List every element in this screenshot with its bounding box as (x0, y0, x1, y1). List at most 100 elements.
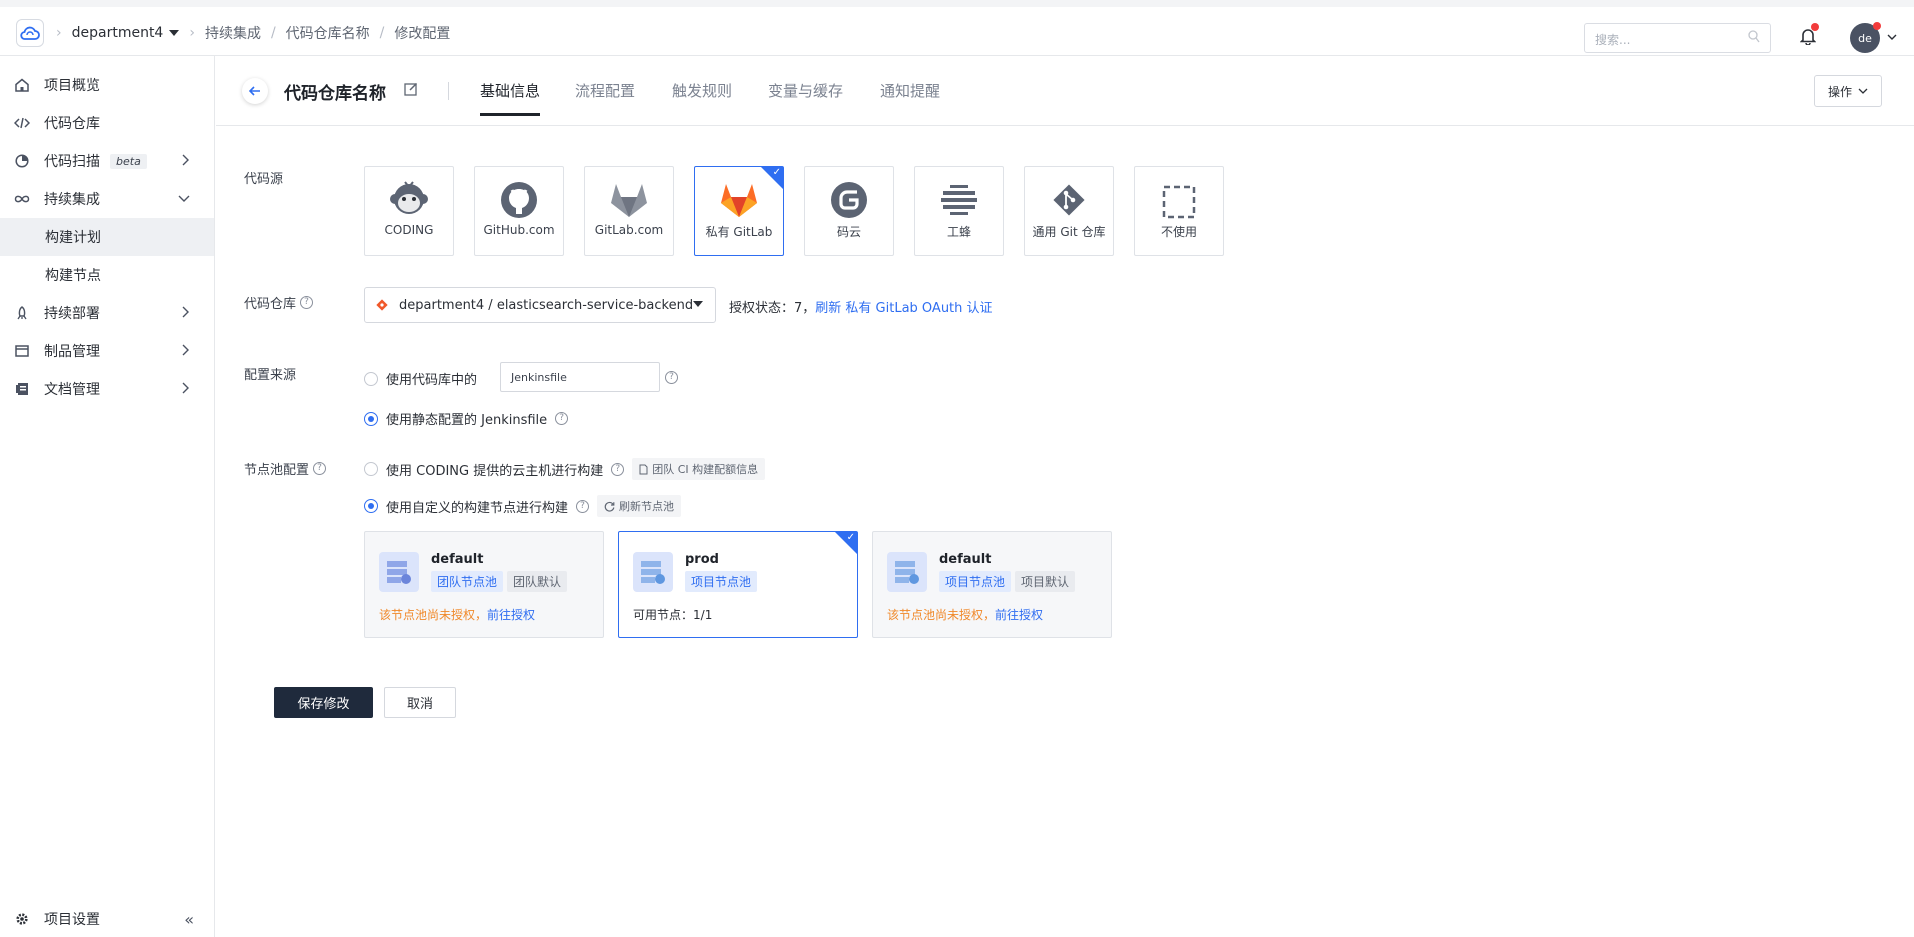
help-icon[interactable]: ? (313, 462, 327, 475)
sidebar-item-artifacts[interactable]: 制品管理 (0, 332, 214, 370)
jenkinsfile-path-input[interactable]: Jenkinsfile (500, 362, 660, 392)
source-card-generic-git[interactable]: 通用 Git 仓库 (1024, 166, 1114, 256)
refresh-oauth-link[interactable]: 刷新 私有 GitLab OAuth 认证 (815, 301, 992, 316)
sidebar-item-code-repo[interactable]: 代码仓库 (0, 104, 214, 142)
pool-card-project-default[interactable]: default 项目节点池 项目默认 该节点池尚未授权，前往授权 (872, 531, 1112, 638)
sidebar-item-settings[interactable]: 项目设置 « (0, 904, 214, 934)
source-card-coding[interactable]: CODING (364, 166, 454, 256)
sidebar-item-label: 持续集成 (44, 192, 100, 208)
pool-name: default (431, 552, 484, 567)
search-input[interactable]: 搜索... (1584, 23, 1771, 53)
sidebar-item-label: 代码仓库 (44, 116, 100, 132)
source-card-gongfeng[interactable]: 工蜂 (914, 166, 1004, 256)
chevron-down-icon[interactable] (1887, 34, 1897, 40)
radio-custom-nodes[interactable] (364, 499, 378, 513)
pool-option1-label: 使用 CODING 提供的云主机进行构建 (386, 463, 604, 479)
sidebar-item-overview[interactable]: 项目概览 (0, 66, 214, 104)
beta-badge: beta (110, 153, 147, 169)
help-icon[interactable]: ? (576, 499, 590, 513)
avatar-dot (1873, 22, 1881, 30)
server-icon (887, 552, 927, 592)
sidebar-item-label: 构建计划 (45, 230, 101, 246)
tab-trigger-rules[interactable]: 触发规则 (672, 80, 732, 101)
tab-basic-info[interactable]: 基础信息 (480, 80, 541, 116)
help-icon[interactable]: ? (300, 296, 314, 309)
notification-bell-icon[interactable] (1799, 23, 1819, 49)
code-icon (14, 115, 30, 131)
sidebar-item-ci[interactable]: 持续集成 (0, 180, 214, 218)
node-pool-label: 节点池配置? (244, 459, 327, 478)
sidebar-item-code-scan[interactable]: 代码扫描 beta (0, 142, 214, 180)
source-card-private-gitlab[interactable]: 私有 GitLab ✓ (694, 166, 784, 256)
source-card-label: 不使用 (1160, 225, 1197, 239)
page-title: 代码仓库名称 (284, 84, 386, 104)
infinity-icon (14, 191, 30, 207)
pool-default-tag: 项目默认 (1015, 571, 1076, 592)
dashed-square-icon (1162, 167, 1196, 223)
edit-icon[interactable] (404, 82, 418, 96)
caret-down-icon (169, 30, 180, 36)
sidebar-item-docs[interactable]: 文档管理 (0, 370, 214, 408)
sidebar-item-label: 持续部署 (44, 306, 100, 322)
config-option-static-jenkinsfile[interactable]: 使用静态配置的 Jenkinsfile ? (364, 409, 569, 428)
check-icon: ✓ (772, 167, 781, 178)
tab-notifications[interactable]: 通知提醒 (880, 80, 940, 101)
source-card-none[interactable]: 不使用 (1134, 166, 1224, 256)
notification-dot (1811, 23, 1819, 31)
pool-option-coding-cloud[interactable]: 使用 CODING 提供的云主机进行构建 ? 团队 CI 构建配额信息 (364, 458, 766, 480)
arrow-left-icon (249, 86, 260, 96)
sidebar-item-label: 文档管理 (44, 382, 100, 398)
source-card-label: GitLab.com (594, 223, 664, 237)
code-repo-label: 代码仓库? (244, 293, 314, 312)
help-icon[interactable]: ? (611, 462, 625, 476)
repo-select[interactable]: department4 / elasticsearch-service-back… (364, 287, 716, 323)
pool-note-text: 该节点池尚未授权， (887, 608, 996, 622)
help-icon[interactable]: ? (555, 412, 569, 425)
collapse-sidebar-icon[interactable]: « (184, 910, 194, 929)
sidebar-item-label: 制品管理 (44, 344, 100, 360)
coding-logo-icon[interactable] (16, 19, 44, 47)
radio-repo-jenkinsfile[interactable] (364, 371, 378, 386)
cancel-button[interactable]: 取消 (384, 687, 456, 718)
authorize-link[interactable]: 前往授权 (995, 608, 1043, 622)
chevron-right-icon: › (189, 25, 195, 41)
search-icon (1748, 30, 1760, 43)
chevron-right-icon (182, 154, 189, 166)
node-pool-label-text: 节点池配置 (244, 463, 310, 478)
sidebar-item-build-node[interactable]: 构建节点 (0, 256, 214, 294)
chevron-down-icon (1858, 88, 1868, 94)
refresh-pool-chip[interactable]: 刷新节点池 (597, 495, 682, 517)
pool-note-text: 该节点池尚未授权， (379, 608, 488, 622)
sidebar-item-label: 项目概览 (44, 78, 100, 94)
tab-flow-config[interactable]: 流程配置 (575, 80, 635, 101)
pool-card-prod[interactable]: prod 项目节点池 可用节点：1/1 ✓ (618, 531, 858, 638)
breadcrumb-ci[interactable]: 持续集成 (205, 23, 261, 43)
breadcrumb-separator: / (379, 25, 385, 41)
pool-card-team-default[interactable]: default 团队节点池 团队默认 该节点池尚未授权，前往授权 (364, 531, 604, 638)
breadcrumb-repo[interactable]: 代码仓库名称 (286, 23, 370, 43)
avatar[interactable]: de (1850, 22, 1881, 53)
sidebar-item-build-plan[interactable]: 构建计划 (0, 218, 214, 256)
source-card-gitlab[interactable]: GitLab.com (584, 166, 674, 256)
config-option-repo-jenkinsfile[interactable]: 使用代码库中的 (364, 369, 477, 388)
save-button[interactable]: 保存修改 (274, 687, 373, 718)
operations-dropdown[interactable]: 操作 (1814, 75, 1882, 107)
source-card-gitee[interactable]: 码云 (804, 166, 894, 256)
git-icon (1050, 167, 1088, 223)
quota-info-chip[interactable]: 团队 CI 构建配额信息 (632, 458, 766, 480)
authorize-link[interactable]: 前往授权 (487, 608, 535, 622)
sidebar: 项目概览 代码仓库 代码扫描 beta 持续集成 构建计划 构建节点 持续部署 … (0, 56, 215, 937)
sidebar-item-cd[interactable]: 持续部署 (0, 294, 214, 332)
chevron-down-icon (178, 195, 190, 202)
pool-unauthorized-note: 该节点池尚未授权，前往授权 (887, 606, 1043, 623)
source-card-label: 通用 Git 仓库 (1032, 225, 1106, 239)
tab-variables-cache[interactable]: 变量与缓存 (768, 80, 843, 101)
radio-coding-cloud[interactable] (364, 462, 378, 476)
help-icon[interactable]: ? (665, 371, 678, 384)
source-card-github[interactable]: GitHub.com (474, 166, 564, 256)
back-button[interactable] (242, 78, 268, 104)
radio-static-jenkinsfile[interactable] (364, 411, 378, 426)
pool-option-custom-nodes[interactable]: 使用自定义的构建节点进行构建 ? 刷新节点池 (364, 495, 682, 517)
breadcrumb: › department4 › 持续集成 / 代码仓库名称 / 修改配置 (56, 23, 450, 43)
project-switcher[interactable]: department4 (72, 25, 180, 41)
